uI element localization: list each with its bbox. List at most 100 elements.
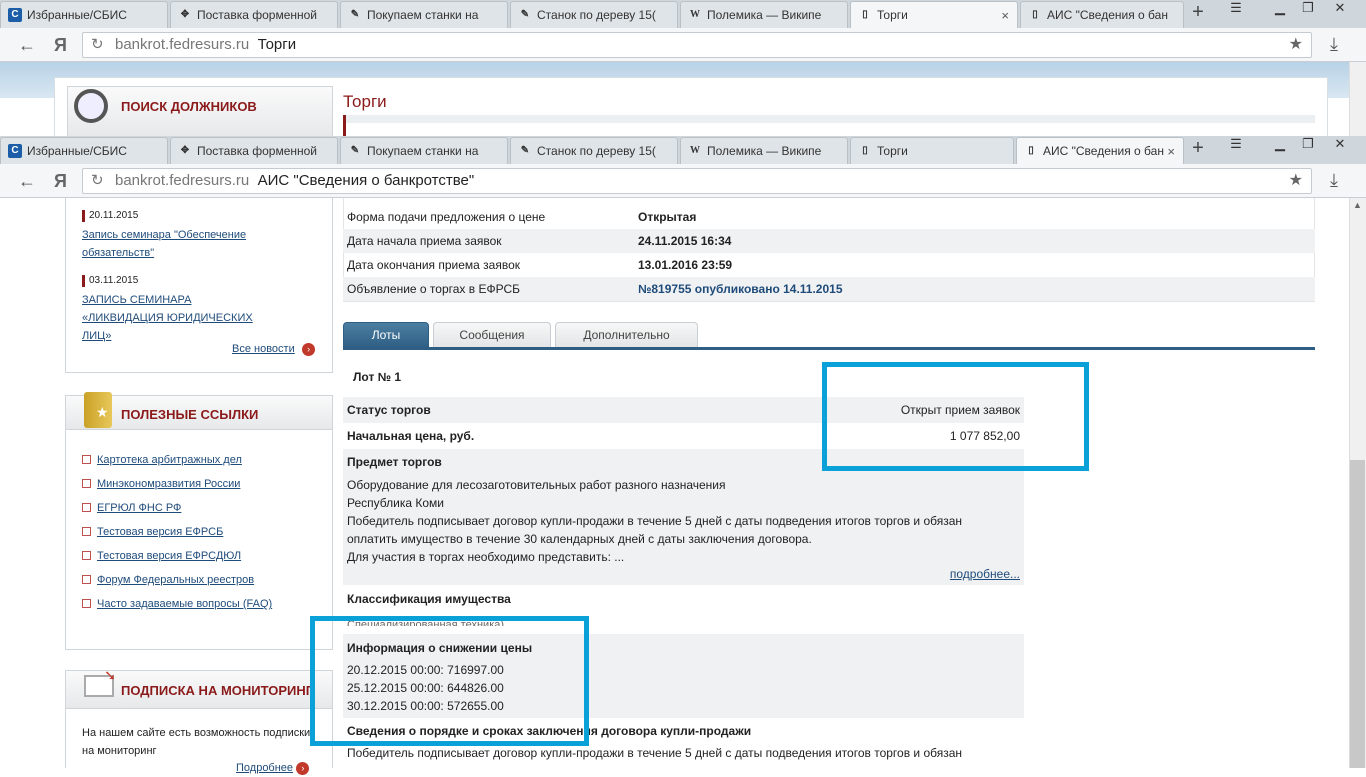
back-tab[interactable]: ✎ Станок по дереву 15( (510, 1, 678, 28)
back-arrow-icon[interactable]: ← (18, 35, 36, 56)
yandex-icon[interactable]: Я (54, 171, 67, 192)
page-icon: ✥ (180, 9, 190, 20)
more-link[interactable]: подробнее... (950, 565, 1020, 583)
back-tab-active[interactable]: ▯ Торги × (850, 1, 1018, 28)
back-arrow-icon[interactable]: ← (18, 171, 36, 192)
close-icon[interactable]: × (1001, 8, 1009, 23)
info-row: Объявление о торгах в ЕФРСБ №819755 опубл… (343, 277, 1315, 301)
highlight-box (310, 616, 589, 746)
page-icon: ▯ (1028, 145, 1034, 156)
envelope-icon: ➘ (84, 667, 116, 697)
subject-text: Оборудование для лесозаготовительных раб… (347, 478, 963, 564)
links-header: ★ ПОЛЕЗНЫЕ ССЫЛКИ (66, 392, 332, 430)
new-tab-icon[interactable]: + (1186, 2, 1210, 24)
reload-icon[interactable]: ↻ (91, 33, 104, 57)
useful-link[interactable]: ЕГРЮЛ ФНС РФ (82, 502, 181, 514)
useful-link[interactable]: Картотека арбитражных дел (82, 454, 242, 466)
close-icon[interactable]: × (1167, 144, 1175, 159)
info-row: Форма подачи предложения о цене Открытая (347, 210, 697, 224)
news-link[interactable]: ЗАПИСЬ СЕМИНАРА «ЛИКВИДАЦИЯ ЮРИДИЧЕСКИХ … (82, 291, 272, 345)
new-tab-icon[interactable]: + (1186, 138, 1210, 160)
back-tab[interactable]: ✎ Покупаем станки на (340, 1, 508, 28)
page-icon: ▯ (1032, 9, 1038, 20)
news-panel: 20.11.2015 Запись семинара "Обеспечение … (65, 198, 333, 373)
useful-link[interactable]: Тестовая версия ЕФРСДЮЛ (82, 550, 241, 562)
search-panel: ПОИСК ДОЛЖНИКОВ (67, 86, 333, 138)
page-icon: ✎ (520, 9, 530, 20)
front-tab[interactable]: С Избранные/СБИС (0, 137, 168, 164)
menu-icon[interactable]: ☰ (1222, 0, 1250, 18)
news-link[interactable]: Запись семинара "Обеспечение обязательст… (82, 226, 252, 262)
back-tab[interactable]: ▯ АИС "Сведения о бан (1020, 1, 1184, 28)
useful-link[interactable]: Часто задаваемые вопросы (FAQ) (82, 598, 272, 610)
menu-icon[interactable]: ☰ (1222, 136, 1250, 154)
wikipedia-icon: W (690, 9, 700, 20)
maximize-icon[interactable]: ❐ (1294, 0, 1322, 18)
front-tab[interactable]: ✥ Поставка форменной (170, 137, 338, 164)
links-panel: ★ ПОЛЕЗНЫЕ ССЫЛКИ Картотека арбитражных … (65, 392, 333, 650)
classification-label: Классификация имущества (347, 592, 511, 606)
url-input[interactable]: ↻ bankrot.fedresurs.ru АИС "Сведения о ба… (82, 168, 1312, 194)
useful-link[interactable]: Минэкономразвития России (82, 478, 240, 490)
news-date: 03.11.2015 (82, 275, 272, 287)
minimize-icon[interactable]: ▁ (1266, 0, 1294, 18)
news-date: 20.11.2015 (82, 210, 252, 222)
tab-additional[interactable]: Дополнительно (555, 322, 698, 348)
wikipedia-icon: W (690, 145, 700, 156)
external-link-icon (82, 551, 91, 560)
back-scrollbar[interactable] (1349, 62, 1366, 136)
scrollbar-thumb[interactable] (1350, 460, 1365, 768)
external-link-icon (82, 527, 91, 536)
page-title: Торги (343, 92, 387, 111)
star-icon[interactable]: ★ (1289, 33, 1303, 57)
minimize-icon[interactable]: ▁ (1266, 136, 1294, 154)
links-title: ПОЛЕЗНЫЕ ССЫЛКИ (121, 407, 259, 422)
subscribe-more-link[interactable]: Подробнее › (236, 759, 310, 777)
back-tab[interactable]: ✥ Поставка форменной (170, 1, 338, 28)
close-window-icon[interactable]: ✕ (1326, 136, 1354, 154)
front-address-bar: ← Я ↻ bankrot.fedresurs.ru АИС "Сведения … (0, 164, 1366, 198)
front-tab[interactable]: W Полемика — Википе (680, 137, 848, 164)
efrsb-link[interactable]: №819755 опубликовано 14.11.2015 (638, 277, 843, 301)
back-tab[interactable]: W Полемика — Википе (680, 1, 848, 28)
tab-lots[interactable]: Лоты (343, 322, 429, 348)
back-tab[interactable]: С Избранные/СБИС (0, 1, 168, 28)
info-row: Дата окончания приема заявок 13.01.2016 2… (347, 258, 733, 272)
page-icon: ✎ (350, 9, 360, 20)
notebook-icon: ★ (84, 392, 112, 428)
news-item: 20.11.2015 Запись семинара "Обеспечение … (82, 210, 252, 262)
close-window-icon[interactable]: ✕ (1326, 0, 1354, 18)
download-icon[interactable]: ⤓ (1330, 34, 1338, 55)
back-tabstrip: С Избранные/СБИС ✥ Поставка форменной ✎ Пок… (0, 0, 1366, 28)
tab-underline (343, 347, 1315, 350)
download-icon[interactable]: ⤓ (1330, 170, 1338, 191)
page-icon: ✎ (520, 145, 530, 156)
page-icon: ✥ (180, 145, 190, 156)
front-tab[interactable]: ✎ Покупаем станки на (340, 137, 508, 164)
reload-icon[interactable]: ↻ (91, 169, 104, 193)
yandex-icon[interactable]: Я (54, 35, 67, 56)
front-tab[interactable]: ✎ Станок по дереву 15( (510, 137, 678, 164)
useful-link[interactable]: Тестовая версия ЕФРСБ (82, 526, 223, 538)
tab-messages[interactable]: Сообщения (433, 322, 551, 348)
subscribe-panel: ➘ ПОДПИСКА НА МОНИТОРИНГ На нашем сайте … (65, 667, 333, 775)
front-tab-active[interactable]: ▯ АИС "Сведения о бан × (1016, 137, 1184, 164)
url-input[interactable]: ↻ bankrot.fedresurs.ru Торги ★ (82, 32, 1312, 58)
page-icon: ▯ (862, 9, 868, 20)
page-icon: ▯ (862, 145, 868, 156)
news-item: 03.11.2015 ЗАПИСЬ СЕМИНАРА «ЛИКВИДАЦИЯ Ю… (82, 275, 272, 345)
external-link-icon (82, 479, 91, 488)
scroll-up-icon[interactable]: ▲ (1353, 200, 1362, 210)
maximize-icon[interactable]: ❐ (1294, 136, 1322, 154)
info-row: Дата начала приема заявок 24.11.2015 16:3… (343, 229, 1315, 253)
useful-link[interactable]: Форум Федеральных реестров (82, 574, 254, 586)
star-icon[interactable]: ★ (1289, 169, 1303, 193)
sbis-icon: С (8, 144, 22, 158)
subscribe-text: На нашем сайте есть возможность подписки… (82, 727, 311, 757)
all-news-link[interactable]: Все новости › (232, 340, 316, 358)
external-link-icon (82, 455, 91, 464)
page-icon: ✎ (350, 145, 360, 156)
subscribe-header: ➘ ПОДПИСКА НА МОНИТОРИНГ (66, 667, 332, 709)
front-tabstrip: С Избранные/СБИС ✥ Поставка форменной ✎ Пок… (0, 136, 1366, 164)
front-tab[interactable]: ▯ Торги (850, 137, 1014, 164)
